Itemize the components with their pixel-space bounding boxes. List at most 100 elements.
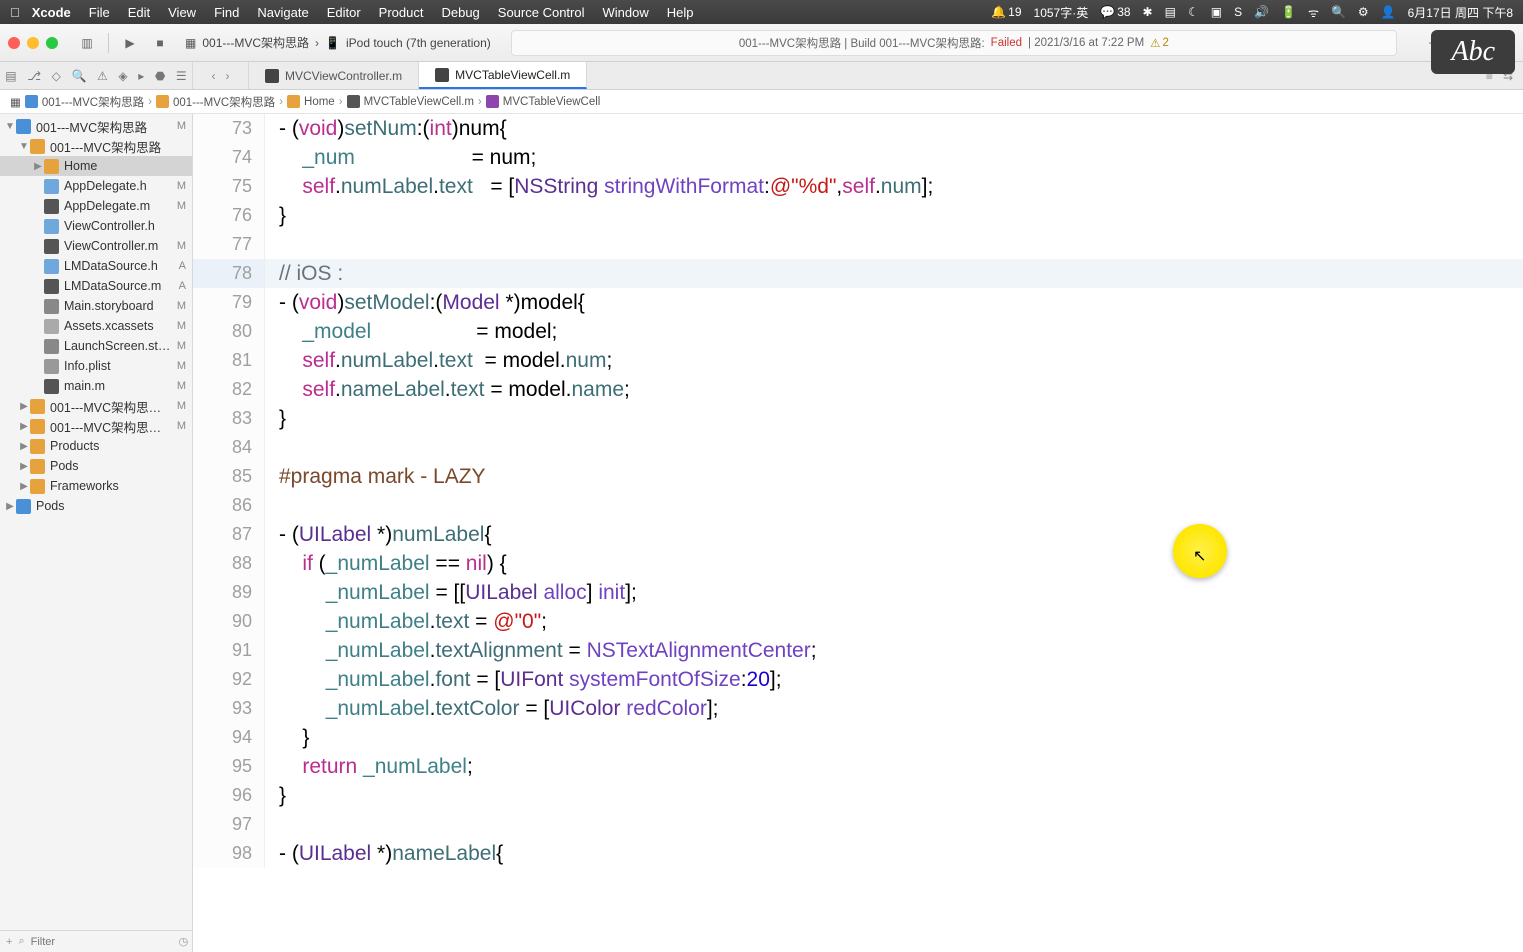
app-menu-window[interactable]: Window [603,5,649,20]
app-menu-product[interactable]: Product [379,5,424,20]
disclosure-icon[interactable]: ▶ [18,421,30,432]
code-content[interactable]: _numLabel = [[UILabel alloc] init]; [265,578,637,607]
code-line[interactable]: 87- (UILabel *)numLabel{ [193,520,1523,549]
disclosure-icon[interactable]: ▶ [32,161,44,172]
code-content[interactable]: - (void)setNum:(int)num{ [265,114,507,143]
datetime[interactable]: 6月17日 周四 下午8 [1408,4,1513,21]
code-line[interactable]: 94 } [193,723,1523,752]
issue-navigator-icon[interactable]: ⚠ [97,69,108,83]
app-menu-help[interactable]: Help [667,5,694,20]
code-content[interactable]: } [265,404,286,433]
code-content[interactable] [265,491,279,520]
app-menu-view[interactable]: View [168,5,196,20]
code-line[interactable]: 81 self.numLabel.text = model.num; [193,346,1523,375]
code-content[interactable]: self.nameLabel.text = model.name; [265,375,630,404]
code-line[interactable]: 93 _numLabel.textColor = [UIColor redCol… [193,694,1523,723]
back-button[interactable]: ‹ [212,69,216,83]
app-menu-file[interactable]: File [89,5,110,20]
screenshot-icon[interactable]: ▣ [1211,5,1222,19]
tree-row[interactable]: Assets.xcassetsM [0,316,192,336]
code-line[interactable]: 95 return _numLabel; [193,752,1523,781]
app-menu-source-control[interactable]: Source Control [498,5,585,20]
tree-row[interactable]: Main.storyboardM [0,296,192,316]
tree-row[interactable]: ▶001---MVC架构思路 UITestsM [0,416,192,436]
disclosure-icon[interactable]: ▶ [18,401,30,412]
tree-row[interactable]: ▶Pods [0,496,192,516]
code-content[interactable]: - (UILabel *)nameLabel{ [265,839,503,868]
code-content[interactable]: _numLabel.textAlignment = NSTextAlignmen… [265,636,817,665]
minimize-window-icon[interactable] [27,37,39,49]
tree-row[interactable]: main.mM [0,376,192,396]
app-menu-find[interactable]: Find [214,5,239,20]
add-icon[interactable]: + [6,936,12,948]
code-line[interactable]: 96} [193,781,1523,810]
disclosure-icon[interactable]: ▶ [18,461,30,472]
code-line[interactable]: 84 [193,433,1523,462]
code-line[interactable]: 73- (void)setNum:(int)num{ [193,114,1523,143]
sidebar-toggle-icon[interactable]: ▥ [76,32,98,54]
tree-row[interactable]: AppDelegate.hM [0,176,192,196]
app-menu-navigate[interactable]: Navigate [257,5,308,20]
code-line[interactable]: 77 [193,230,1523,259]
wechat-icon[interactable]: 💬38 [1100,5,1130,19]
tree-row[interactable]: AppDelegate.mM [0,196,192,216]
app-menu-editor[interactable]: Editor [327,5,361,20]
code-content[interactable]: } [265,781,286,810]
code-line[interactable]: 88 if (_numLabel == nil) { [193,549,1523,578]
zoom-window-icon[interactable] [46,37,58,49]
dnd-icon[interactable]: ☾ [1188,5,1199,19]
run-button[interactable]: ▶ [119,32,141,54]
close-window-icon[interactable] [8,37,20,49]
tree-row[interactable]: ▶Frameworks [0,476,192,496]
stop-button[interactable]: ■ [149,32,171,54]
forward-button[interactable]: › [226,69,230,83]
related-items-icon[interactable]: ▦ [10,95,21,109]
code-content[interactable] [265,433,279,462]
breakpoint-navigator-icon[interactable]: ⬣ [155,69,165,83]
code-line[interactable]: 89 _numLabel = [[UILabel alloc] init]; [193,578,1523,607]
wifi-icon[interactable]: ᯤ [1308,4,1319,21]
code-line[interactable]: 92 _numLabel.font = [UIFont systemFontOf… [193,665,1523,694]
code-content[interactable]: return _numLabel; [265,752,473,781]
code-content[interactable]: - (UILabel *)numLabel{ [265,520,491,549]
file-tree[interactable]: ▼001---MVC架构思路M▼001---MVC架构思路▶HomeAppDel… [0,114,192,930]
disclosure-icon[interactable]: ▶ [18,481,30,492]
app-menu-edit[interactable]: Edit [128,5,150,20]
code-content[interactable]: - (void)setModel:(Model *)model{ [265,288,585,317]
tree-row[interactable]: ViewController.mM [0,236,192,256]
scheme-selector[interactable]: ▦ 001---MVC架构思路 › 📱 iPod touch (7th gene… [185,34,491,51]
code-line[interactable]: 74 _num = num; [193,143,1523,172]
activity-status-bar[interactable]: 001---MVC架构思路 | Build 001---MVC架构思路: Fai… [511,30,1397,56]
code-content[interactable]: if (_numLabel == nil) { [265,549,507,578]
report-navigator-icon[interactable]: ☰ [176,69,187,83]
jump-bar[interactable]: ▦ 001---MVC架构思路 › 001---MVC架构思路 › Home ›… [0,90,1523,114]
code-content[interactable] [265,810,279,839]
app-menu-xcode[interactable]: Xcode [32,5,71,20]
tree-row[interactable]: LMDataSource.mA [0,276,192,296]
filter-input[interactable] [31,936,173,948]
tab-mvctableviewcell[interactable]: MVCTableViewCell.m [419,62,587,89]
code-content[interactable]: #pragma mark - LAZY [265,462,486,491]
tree-row[interactable]: ▼001---MVC架构思路 [0,136,192,156]
code-content[interactable]: } [265,201,286,230]
code-line[interactable]: 82 self.nameLabel.text = model.name; [193,375,1523,404]
code-line[interactable]: 78// iOS : [193,259,1523,288]
code-content[interactable]: self.numLabel.text = [NSString stringWit… [265,172,933,201]
app-menu-debug[interactable]: Debug [441,5,479,20]
siri-icon[interactable]: S [1234,5,1242,19]
code-content[interactable]: _model = model; [265,317,557,346]
code-content[interactable] [265,230,279,259]
code-content[interactable]: _numLabel.textColor = [UIColor redColor]… [265,694,719,723]
source-editor[interactable]: 73- (void)setNum:(int)num{74 _num = num;… [193,114,1523,952]
tree-row[interactable]: ▶Products [0,436,192,456]
search-icon[interactable]: 🔍 [1331,5,1346,19]
warning-badge[interactable]: ⚠ 2 [1150,36,1169,50]
tree-row[interactable]: Info.plistM [0,356,192,376]
disclosure-icon[interactable]: ▼ [4,121,16,132]
code-line[interactable]: 83} [193,404,1523,433]
code-line[interactable]: 75 self.numLabel.text = [NSString string… [193,172,1523,201]
clipboard-icon[interactable]: ▤ [1165,5,1176,19]
symbol-navigator-icon[interactable]: ◇ [52,69,61,83]
tree-row[interactable]: ▶001---MVC架构思路 TestsM [0,396,192,416]
shortcut-icon[interactable]: ✱ [1143,5,1153,19]
